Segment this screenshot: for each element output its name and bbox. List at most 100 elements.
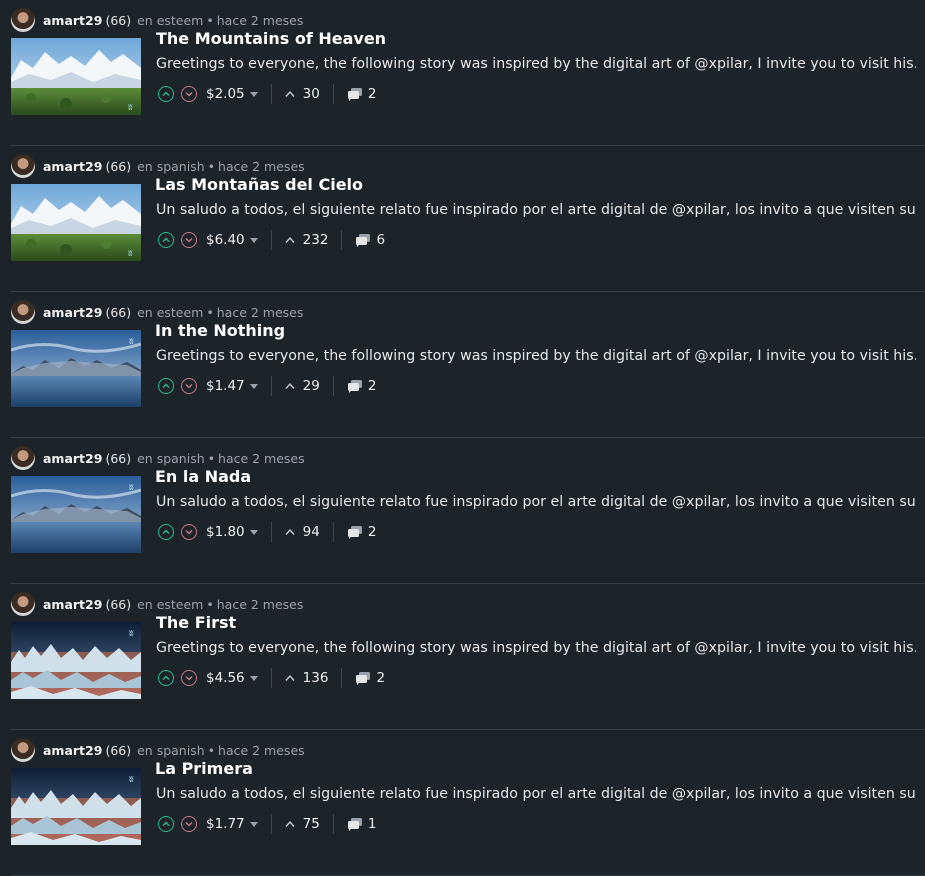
post-card[interactable]: amart29 (66) en esteem • hace 2 meses ʬ … — [0, 584, 925, 730]
post-title[interactable]: Las Montañas del Cielo — [155, 175, 363, 194]
post-title[interactable]: The Mountains of Heaven — [156, 29, 386, 48]
community-link[interactable]: en spanish — [137, 451, 205, 466]
avatar[interactable] — [11, 592, 35, 616]
downvote-button[interactable] — [181, 232, 197, 248]
upvote-button[interactable] — [158, 86, 174, 102]
upvote-button[interactable] — [158, 378, 174, 394]
community-link[interactable]: en esteem — [137, 305, 203, 320]
post-thumbnail[interactable]: ʬ — [11, 622, 141, 699]
comments-count[interactable]: 2 — [347, 86, 377, 102]
upvote-button[interactable] — [158, 816, 174, 832]
author-name[interactable]: amart29 — [43, 451, 102, 466]
votes-count[interactable]: 232 — [285, 232, 329, 248]
comments-value: 1 — [367, 816, 377, 832]
post-time: hace 2 meses — [218, 742, 305, 758]
post-feed: amart29 (66) en esteem • hace 2 meses ʬ … — [0, 0, 925, 876]
chevron-down-icon — [185, 530, 193, 535]
community-link[interactable]: en esteem — [137, 13, 203, 28]
avatar[interactable] — [11, 738, 35, 762]
community-link[interactable]: en spanish — [137, 159, 205, 174]
author-name[interactable]: amart29 — [43, 743, 102, 758]
downvote-button[interactable] — [181, 524, 197, 540]
community-link[interactable]: en spanish — [137, 743, 205, 758]
separator-dot: • — [207, 742, 216, 758]
post-title[interactable]: La Primera — [155, 759, 253, 778]
community-link[interactable]: en esteem — [137, 597, 203, 612]
post-thumbnail[interactable]: ʬ — [11, 38, 141, 115]
votes-count[interactable]: 30 — [285, 86, 320, 102]
comments-value: 2 — [367, 86, 377, 102]
payout-value: $4.56 — [206, 670, 245, 686]
votes-count[interactable]: 75 — [285, 816, 320, 832]
chevron-down-icon — [185, 238, 193, 243]
payout-dropdown[interactable]: $1.77 — [206, 816, 258, 832]
post-thumbnail[interactable]: ʬ — [11, 768, 141, 845]
downvote-button[interactable] — [181, 670, 197, 686]
upvote-button[interactable] — [158, 524, 174, 540]
comments-count[interactable]: 2 — [347, 524, 376, 540]
caret-down-icon — [249, 91, 258, 97]
downvote-button[interactable] — [181, 86, 197, 102]
comments-count[interactable]: 2 — [347, 378, 376, 394]
comments-count[interactable]: 1 — [347, 816, 377, 832]
avatar[interactable] — [11, 300, 35, 324]
post-summary[interactable]: Greetings to everyone, the following sto… — [156, 640, 916, 656]
post-card[interactable]: amart29 (66) en spanish • hace 2 meses ʬ… — [0, 730, 925, 876]
votes-value: 75 — [302, 816, 320, 832]
payout-dropdown[interactable]: $1.80 — [206, 524, 258, 540]
chevron-up-icon — [162, 675, 170, 680]
post-card[interactable]: amart29 (66) en spanish • hace 2 meses ʬ… — [0, 438, 925, 584]
post-summary[interactable]: Un saludo a todos, el siguiente relato f… — [156, 786, 916, 802]
post-actions: $1.77 75 1 — [158, 813, 376, 835]
downvote-button[interactable] — [181, 816, 197, 832]
votes-count[interactable]: 94 — [285, 524, 320, 540]
post-thumbnail[interactable]: ʬ — [11, 476, 141, 553]
author-name[interactable]: amart29 — [43, 159, 102, 174]
avatar[interactable] — [11, 154, 35, 178]
comments-count[interactable]: 6 — [355, 232, 385, 248]
comments-count[interactable]: 2 — [355, 670, 385, 686]
author-reputation: (66) — [105, 12, 132, 28]
upvote-button[interactable] — [158, 670, 174, 686]
payout-dropdown[interactable]: $1.47 — [206, 378, 258, 394]
post-card[interactable]: amart29 (66) en esteem • hace 2 meses ʬ … — [0, 0, 925, 146]
payout-dropdown[interactable]: $4.56 — [206, 670, 258, 686]
post-thumbnail[interactable]: ʬ — [11, 330, 141, 407]
author-name[interactable]: amart29 — [43, 305, 102, 320]
post-title[interactable]: The First — [156, 613, 236, 632]
post-card[interactable]: amart29 (66) en spanish • hace 2 meses ʬ… — [0, 146, 925, 292]
payout-value: $2.05 — [206, 86, 245, 102]
votes-count[interactable]: 136 — [285, 670, 328, 686]
author-name[interactable]: amart29 — [43, 597, 102, 612]
separator-dot: • — [206, 12, 214, 28]
post-summary[interactable]: Un saludo a todos, el siguiente relato f… — [156, 202, 916, 218]
post-summary[interactable]: Greetings to everyone, the following sto… — [156, 56, 916, 72]
post-thumbnail[interactable]: ʬ — [11, 184, 141, 261]
post-title[interactable]: En la Nada — [155, 467, 251, 486]
caret-down-icon — [249, 383, 258, 389]
upvote-button[interactable] — [158, 232, 174, 248]
author-name[interactable]: amart29 — [43, 13, 102, 28]
avatar[interactable] — [11, 8, 35, 32]
payout-dropdown[interactable]: $2.05 — [206, 86, 258, 102]
chevron-up-icon — [162, 821, 170, 826]
payout-value: $1.77 — [206, 816, 245, 832]
post-title[interactable]: In the Nothing — [155, 321, 285, 340]
downvote-button[interactable] — [181, 378, 197, 394]
post-summary[interactable]: Greetings to everyone, the following sto… — [156, 348, 916, 364]
comments-icon — [356, 672, 371, 685]
svg-text:ʬ: ʬ — [129, 337, 134, 347]
votes-value: 232 — [302, 232, 329, 248]
svg-text:ʬ: ʬ — [129, 629, 134, 639]
post-card[interactable]: amart29 (66) en esteem • hace 2 meses ʬ … — [0, 292, 925, 438]
post-summary[interactable]: Un saludo a todos, el siguiente relato f… — [156, 494, 916, 510]
chevron-up-icon — [285, 236, 295, 243]
payout-dropdown[interactable]: $6.40 — [206, 232, 258, 248]
votes-count[interactable]: 29 — [285, 378, 320, 394]
comments-icon — [347, 88, 362, 101]
svg-text:ʬ: ʬ — [128, 103, 133, 113]
svg-text:ʬ: ʬ — [128, 249, 133, 259]
comments-icon — [347, 818, 362, 831]
avatar[interactable] — [11, 446, 35, 470]
comments-value: 2 — [376, 670, 386, 686]
